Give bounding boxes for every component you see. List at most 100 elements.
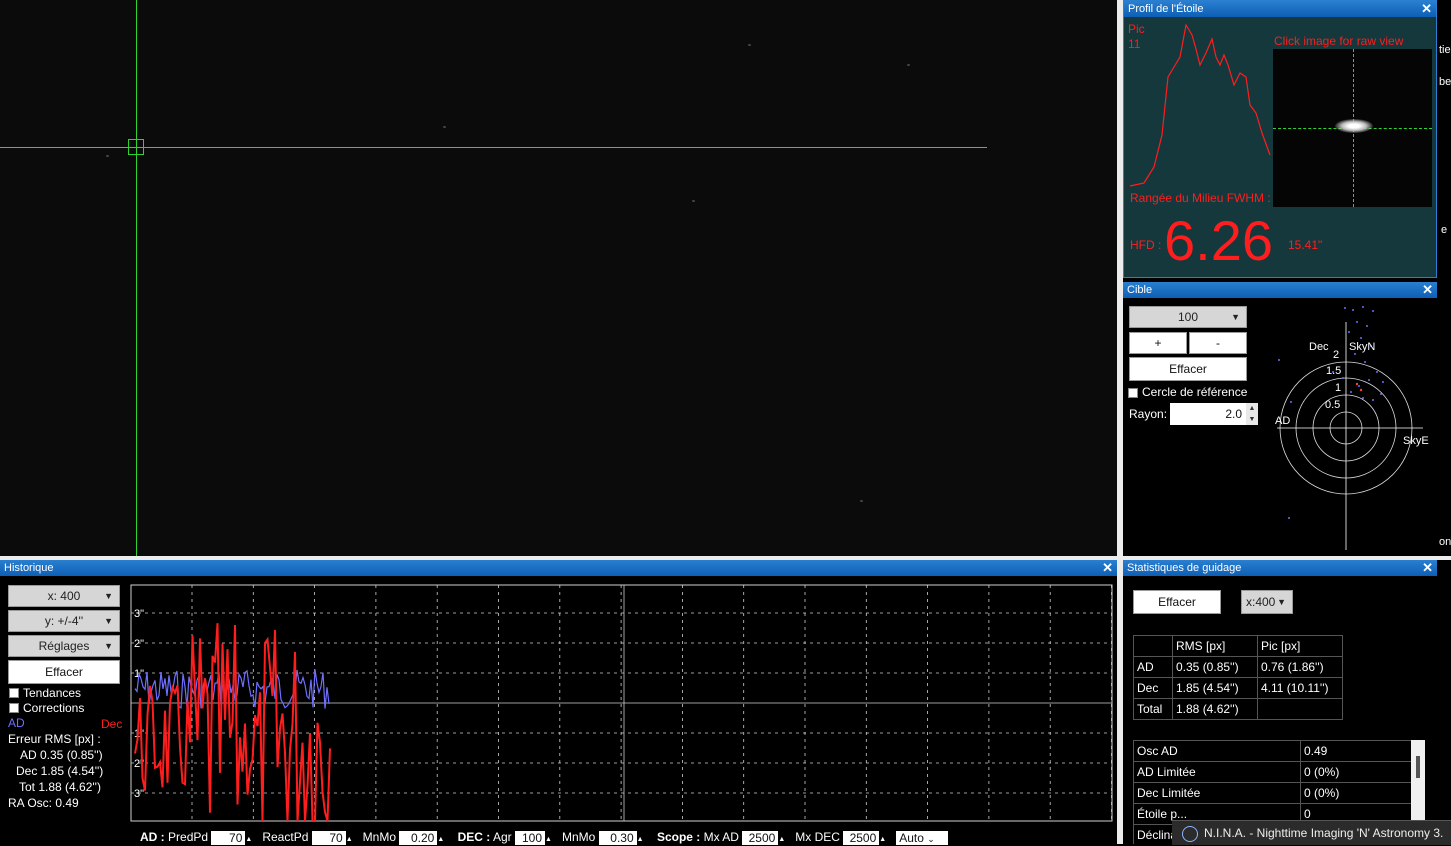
mnmo-dec-input[interactable]: 0.30 [598,830,637,845]
clear-button[interactable]: Effacer [1129,357,1247,381]
edge-text: tiel [1439,44,1451,56]
header-cell: RMS [px] [1172,635,1258,657]
dec-legend: Dec [101,717,123,731]
table-row: Total 1.88 (4.62'') [1133,698,1343,720]
ring-1-label: 1 [1335,382,1341,394]
mode-select[interactable]: Auto ⌄ [896,830,949,845]
fwhm-label: Rangée du Milieu FWHM : [1130,191,1271,205]
corrections-checkbox[interactable] [9,703,19,713]
pane-title: Historique [4,562,54,574]
table-row: AD 0.35 (0.85'') 0.76 (1.86'') [1133,656,1343,678]
spinner-icon[interactable]: ▲ [879,836,886,843]
settings-dropdown[interactable]: Réglages ▼ [8,635,120,657]
raw-view-hint[interactable]: Click image for raw view [1274,34,1403,48]
spinner-icon[interactable]: ▲ [637,836,644,843]
table-cell: 0.35 (0.85'') [1172,656,1258,678]
table-cell: 0.76 (1.86'') [1257,656,1343,678]
ref-circle-label: Cercle de référence [1142,385,1248,399]
ad-section-label: AD : [140,830,165,844]
crosshair-vertical [136,0,137,556]
taskbar-title: N.I.N.A. - Nighttime Imaging 'N' Astrono… [1204,826,1444,840]
spinner-icon[interactable]: ▲ [437,836,444,843]
history-pane: Historique ✕ x: 400 ▼ y: +/-4'' ▼ Réglages ▼… [0,560,1117,845]
table-cell: 0 (0%) [1300,782,1418,804]
rms-header: Erreur RMS [px] : [8,732,101,746]
scope-section-label: Scope : [656,830,701,844]
ring-05-label: 0.5 [1325,399,1340,411]
ad-legend: AD [8,716,25,730]
table-cell: 1.85 (4.54'') [1172,677,1258,699]
taskbar-tooltip[interactable]: N.I.N.A. - Nighttime Imaging 'N' Astrono… [1172,820,1451,845]
table-row: AD Limitée 0 (0%) [1133,761,1418,783]
ring-15-label: 1.5 [1326,365,1341,377]
table-row: Dec 1.85 (4.54'') 4.11 (10.11'') [1133,677,1343,699]
table-cell: Dec Limitée [1133,782,1301,804]
predpd-label: PredPd [168,830,209,844]
reactpd-label: ReactPd [262,830,309,844]
spinner-icon[interactable]: ▲ [245,836,252,843]
table-header-row: RMS [px] Pic [px] [1133,635,1343,657]
table-cell: Osc AD [1133,740,1301,762]
edge-text: be [1439,76,1451,88]
table-cell [1257,698,1343,720]
rms-ad: AD 0.35 (0.85'') [20,748,103,762]
ref-circle-checkbox[interactable] [1128,388,1138,398]
right-edge-panel [1437,560,1451,844]
trends-checkbox[interactable] [9,688,19,698]
star-thumbnail[interactable] [1273,49,1432,207]
zoom-in-button[interactable]: + [1129,332,1187,354]
crosshair-horizontal [0,147,987,148]
radius-spinner[interactable]: ▲ ▼ [1246,403,1258,425]
mxdec-label: Mx DEC [795,830,840,844]
target-plot: Dec SkyN 2 1.5 1 0.5 AD SkyE [1275,306,1429,550]
header-cell [1133,635,1173,657]
right-edge-panel: tiel be e on [1437,0,1451,556]
hfd-label: HFD : [1130,238,1162,252]
mxdec-input[interactable]: 2500 [843,830,880,845]
clear-button[interactable]: Effacer [1133,590,1221,614]
reactpd-input[interactable]: 70 [311,830,346,845]
scrollbar-thumb[interactable] [1416,756,1420,778]
hfd-arcsec: 15.41" [1288,238,1323,252]
ring-2-label: 2 [1333,349,1339,361]
table-cell: 0.49 [1300,740,1418,762]
spinner-icon[interactable]: ▲ [778,836,785,843]
spinner-icon[interactable]: ▲ [346,836,353,843]
close-icon[interactable]: ✕ [1421,1,1432,17]
table-cell: AD Limitée [1133,761,1301,783]
guide-star-box[interactable] [128,139,144,155]
zoom-out-button[interactable]: - [1189,332,1247,354]
hfd-value: 6.26 [1164,209,1273,272]
mxad-input[interactable]: 2500 [742,830,779,845]
table-cell: AD [1133,656,1173,678]
skyn-label: SkyN [1349,341,1375,353]
table-row: Dec Limitée 0 (0%) [1133,782,1418,804]
pane-title: Statistiques de guidage [1127,562,1242,574]
radius-label: Rayon: [1129,407,1168,421]
clear-button[interactable]: Effacer [8,660,120,684]
scale-dropdown[interactable]: x:400 ▼ [1241,590,1293,614]
spinner-icon[interactable]: ▲ [545,836,552,843]
x-scale-dropdown[interactable]: x: 400 ▼ [8,585,120,607]
trends-label: Tendances [23,686,82,700]
camera-image[interactable] [0,0,1117,556]
ad-label: AD [1275,415,1290,427]
close-icon[interactable]: ✕ [1102,560,1113,576]
predpd-input[interactable]: 70 [211,830,246,845]
radius-input[interactable]: 2.0 [1170,403,1246,425]
nina-app-icon [1182,825,1198,842]
table-cell: Total [1133,698,1173,720]
scale-dropdown[interactable]: 100 ▼ [1129,306,1247,328]
mnmo-label: MnMo [561,830,596,844]
rms-total: Tot 1.88 (4.62'') [19,780,101,794]
table-cell: 1.88 (4.62'') [1172,698,1258,720]
close-icon[interactable]: ✕ [1422,282,1433,298]
y-scale-dropdown[interactable]: y: +/-4'' ▼ [8,610,120,632]
close-icon[interactable]: ✕ [1422,560,1433,576]
table-cell: Dec [1133,677,1173,699]
guide-stats-pane: Statistiques de guidage ✕ Effacer x:400 ▼ … [1123,560,1437,844]
mnmo-label: MnMo [362,830,397,844]
agr-input[interactable]: 100 [515,830,546,845]
corrections-label: Corrections [23,701,85,715]
mnmo-input[interactable]: 0.20 [399,830,438,845]
